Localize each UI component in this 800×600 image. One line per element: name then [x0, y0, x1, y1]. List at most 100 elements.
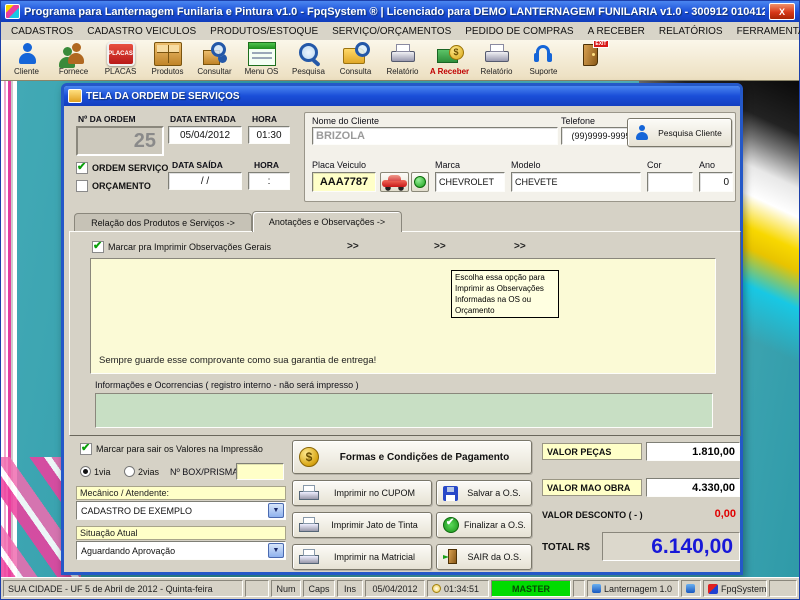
one-copy-radio[interactable]: 1via: [80, 466, 111, 477]
menu-item-cadastros[interactable]: CADASTROS: [4, 24, 80, 39]
two-copies-radio[interactable]: 2vias: [124, 466, 159, 477]
toolbar-button-relatorio-2[interactable]: Relatório: [473, 41, 520, 79]
save-os-button[interactable]: Salvar a O.S.: [436, 480, 532, 506]
checkbox-label: ORÇAMENTO: [92, 181, 151, 191]
modelo-field[interactable]: CHEVETE: [511, 172, 641, 192]
status-bar: SUA CIDADE - UF 5 de Abril de 2012 - Qui…: [1, 577, 799, 599]
toolbar-button-exit[interactable]: EXIT: [567, 40, 614, 79]
print-values-checkbox[interactable]: Marcar para sair os Valores na Impressão: [80, 441, 263, 455]
order-service-checkbox[interactable]: ORDEM SERVIÇO: [76, 160, 169, 174]
save-disk-icon: [443, 485, 458, 501]
menu-item-cadastro-veiculos[interactable]: CADASTRO VEICULOS: [80, 24, 203, 39]
toolbar-button-placas[interactable]: PLACAS PLACAS: [97, 41, 144, 79]
printer-icon: [299, 485, 319, 501]
toolbar-button-consulta[interactable]: Consulta: [332, 41, 379, 79]
toolbar-label: PLACAS: [104, 67, 137, 76]
marca-field[interactable]: CHEVROLET: [435, 172, 505, 192]
radio-label: 2vias: [138, 466, 160, 477]
budget-checkbox[interactable]: ORÇAMENTO: [76, 180, 151, 192]
menu-item-relatorios[interactable]: RELATÓRIOS: [652, 24, 730, 39]
tab-products-services[interactable]: Relação dos Produtos e Serviços ->: [74, 213, 252, 232]
print-inkjet-button[interactable]: Imprimir Jato de Tinta: [292, 512, 432, 538]
print-inkjet-label: Imprimir Jato de Tinta: [331, 520, 418, 530]
status-time: 01:34:51: [427, 580, 489, 597]
exit-door-icon: EXIT: [577, 40, 609, 66]
box-prisma-field[interactable]: [236, 463, 284, 480]
status-brand: FpqSystem: [703, 580, 767, 597]
mechanic-select[interactable]: CADASTRO DE EXEMPLO: [76, 501, 286, 520]
tab-notes-observations[interactable]: Anotações e Observações ->: [252, 211, 402, 232]
phone-label: Telefone: [561, 116, 596, 126]
status-spacer: [245, 580, 269, 597]
menu-item-a-receber[interactable]: A RECEBER: [581, 24, 652, 39]
status-user: MASTER: [491, 580, 571, 597]
toolbar-button-menu-os[interactable]: Menu OS: [238, 41, 285, 79]
check-icon: [443, 517, 459, 533]
printer-icon: [299, 549, 319, 565]
title-bar[interactable]: Programa para Lanternagem Funilaria e Pi…: [1, 1, 799, 22]
status-num-lock: Num: [271, 580, 301, 597]
toolbar-button-consultar[interactable]: Consultar: [191, 41, 238, 79]
print-matrix-button[interactable]: Imprimir na Matricial: [292, 544, 432, 570]
plate-icon-text: PLACAS: [108, 51, 133, 57]
toolbar-button-produtos[interactable]: Produtos: [144, 41, 191, 79]
status-icon-segment: [681, 580, 701, 597]
toolbar-button-a-receber[interactable]: A Receber: [426, 41, 473, 79]
plate-field[interactable]: AAA7787: [312, 172, 376, 192]
modelo-label: Modelo: [511, 160, 541, 170]
vehicle-search-button[interactable]: [380, 172, 409, 192]
print-observations-checkbox[interactable]: Marcar pra Imprimir Observações Gerais: [92, 239, 272, 253]
payment-terms-button[interactable]: Formas e Condições de Pagamento: [292, 440, 532, 474]
window-title: Programa para Lanternagem Funilaria e Pi…: [24, 5, 765, 18]
entry-date-field[interactable]: 05/04/2012: [168, 126, 242, 144]
cor-field[interactable]: [647, 172, 693, 192]
radio-circle: [124, 466, 135, 477]
client-name-field[interactable]: BRIZOLA: [312, 127, 558, 145]
internal-notes-memo[interactable]: [95, 393, 713, 428]
fpqsystem-logo: [708, 583, 718, 594]
app-window: Programa para Lanternagem Funilaria e Pi…: [0, 0, 800, 600]
menu-item-servico-orcamentos[interactable]: SERVIÇO/ORÇAMENTOS: [325, 24, 458, 39]
close-button[interactable]: X: [769, 3, 795, 20]
status-spacer: [573, 580, 585, 597]
status-insert: Ins: [337, 580, 363, 597]
toolbar-label: Menu OS: [244, 67, 279, 76]
car-icon: [382, 173, 407, 191]
toolbar-button-cliente[interactable]: Cliente: [3, 41, 50, 79]
print-receipt-label: Imprimir no CUPOM: [333, 488, 415, 498]
toolbar-button-fornecedor[interactable]: Fornece: [50, 41, 97, 79]
toolbar-label: Relatório: [480, 67, 513, 76]
labor-value-label: VALOR MAO OBRA: [542, 479, 642, 496]
search-icon: [295, 42, 323, 66]
dialog-title-bar[interactable]: TELA DA ORDEM DE SERVIÇOS: [64, 86, 740, 106]
menu-item-pedido-compras[interactable]: PEDIDO DE COMPRAS: [458, 24, 580, 39]
order-number-label: Nº DA ORDEM: [78, 114, 136, 124]
supplier-icon: [60, 42, 88, 66]
checkbox-label: ORDEM SERVIÇO: [92, 163, 169, 173]
client-icon: [13, 42, 41, 66]
observations-memo[interactable]: Sempre guarde esse comprovante como sua …: [90, 258, 716, 374]
toolbar-label: Pesquisa: [292, 67, 325, 76]
menu-item-ferramentas[interactable]: FERRAMENTAS: [730, 24, 800, 39]
search-client-button[interactable]: Pesquisa Cliente: [627, 118, 732, 147]
finalize-os-button[interactable]: Finalizar a O.S.: [436, 512, 532, 538]
ano-field[interactable]: 0: [699, 172, 733, 192]
exit-date-field[interactable]: / /: [168, 172, 242, 190]
toolbar-button-relatorio-1[interactable]: Relatório: [379, 41, 426, 79]
checkbox-label: Marcar pra Imprimir Observações Gerais: [108, 242, 272, 252]
person-icon: [634, 124, 650, 141]
toolbar: Cliente Fornece PLACAS PLACAS Produtos C…: [1, 40, 799, 81]
menu-item-produtos-estoque[interactable]: PRODUTOS/ESTOQUE: [203, 24, 325, 39]
print-receipt-button[interactable]: Imprimir no CUPOM: [292, 480, 432, 506]
status-select[interactable]: Aguardando Aprovação: [76, 541, 286, 560]
toolbar-label: Suporte: [529, 67, 558, 76]
plate-lookup-button[interactable]: [411, 172, 429, 192]
exit-time-field[interactable]: :: [248, 172, 290, 190]
mechanic-value: CADASTRO DE EXEMPLO: [81, 505, 193, 516]
parts-value-field: 1.810,00: [646, 442, 740, 461]
toolbar-button-pesquisa[interactable]: Pesquisa: [285, 41, 332, 79]
exit-os-button[interactable]: SAIR da O.S.: [436, 544, 532, 570]
money-icon: [436, 42, 464, 66]
entry-time-field[interactable]: 01:30: [248, 126, 290, 144]
toolbar-button-suporte[interactable]: Suporte: [520, 41, 567, 79]
